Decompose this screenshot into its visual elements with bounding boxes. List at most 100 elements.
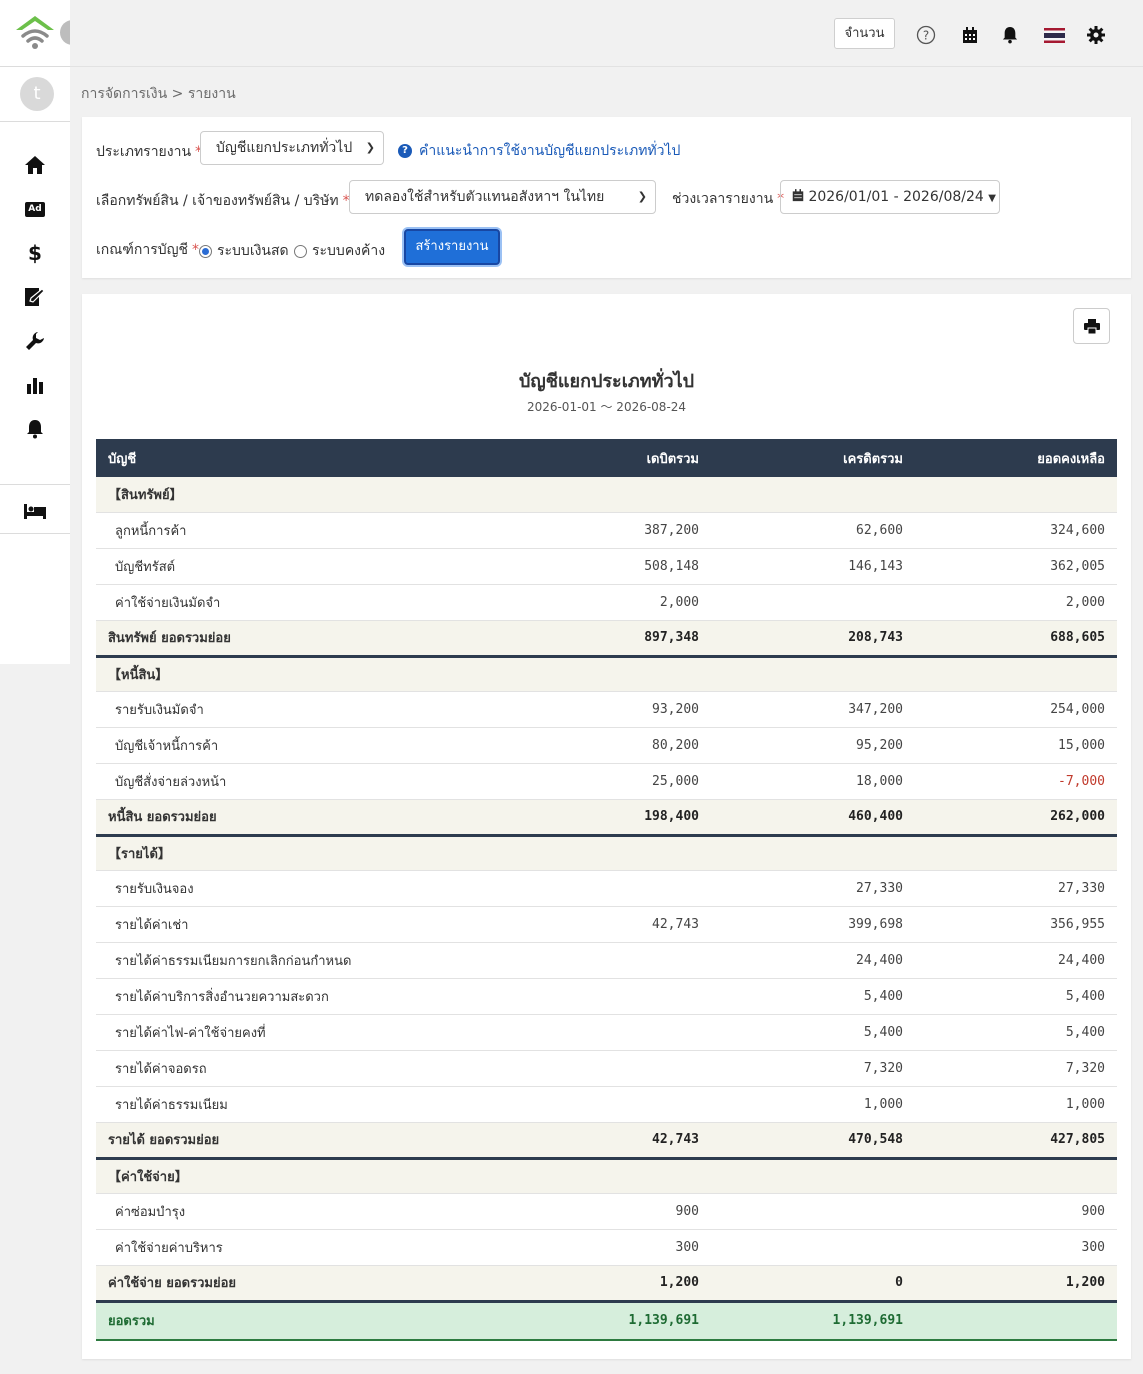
basis-radio-accrual[interactable]: ระบบคงค้าง [294, 240, 385, 262]
table-row[interactable]: รายได้ค่าเช่า 42,743 399,698 356,955 [96, 906, 1117, 943]
table-row[interactable]: บัญชีเจ้าหนี้การค้า 80,200 95,200 15,000 [96, 727, 1117, 764]
quantity-button[interactable]: จำนวน [834, 18, 895, 49]
subtotal-balance: 427,805 [915, 1122, 1117, 1160]
edit-document-icon [25, 288, 45, 306]
table-row[interactable]: รายได้ค่าจอดรถ 7,320 7,320 [96, 1050, 1117, 1087]
table-header-row: บัญชี เดบิตรวม เครดิตรวม ยอดคงเหลือ [96, 439, 1117, 477]
debit-cell [511, 1050, 711, 1087]
credit-cell: 5,400 [711, 978, 915, 1015]
report-type-label: ประเภทรายงาน * [96, 144, 203, 160]
sidebar-item-home[interactable] [22, 154, 48, 176]
account-name: รายได้ค่าธรรมเนียม [96, 1086, 511, 1123]
table-row[interactable]: ค่าซ่อมบำรุง 900 900 [96, 1193, 1117, 1230]
table-row[interactable]: รายได้ค่าธรรมเนียม 1,000 1,000 [96, 1086, 1117, 1123]
notification-button[interactable] [999, 24, 1021, 46]
credit-cell: 24,400 [711, 942, 915, 979]
section-title: 【รายได้】 [96, 835, 1117, 871]
account-name: รายได้ค่าบริการสิ่งอำนวยความสะดวก [96, 978, 511, 1015]
sidebar-item-contracts[interactable] [22, 286, 48, 308]
balance-cell: 5,400 [915, 1014, 1117, 1051]
settings-button[interactable] [1085, 24, 1107, 46]
account-name: รายรับเงินมัดจำ [96, 691, 511, 728]
radio-empty-icon [294, 244, 307, 258]
balance-cell: 254,000 [915, 691, 1117, 728]
account-name: รายได้ค่าไฟ-ค่าใช้จ่ายคงที่ [96, 1014, 511, 1051]
bell-icon [27, 420, 43, 439]
table-row[interactable]: ค่าใช้จ่ายค่าบริหาร 300 300 [96, 1229, 1117, 1266]
ledger-table: บัญชี เดบิตรวม เครดิตรวม ยอดคงเหลือ 【สิน… [96, 439, 1117, 1341]
help-link[interactable]: ? คำแนะนำการใช้งานบัญชีแยกประเภททั่วไป [398, 140, 680, 162]
print-button[interactable] [1073, 308, 1110, 344]
account-name: รายได้ค่าธรรมเนียมการยกเลิกก่อนกำหนด [96, 942, 511, 979]
balance-cell: 5,400 [915, 978, 1117, 1015]
avatar[interactable]: t [20, 77, 54, 111]
balance-cell: 900 [915, 1193, 1117, 1230]
report-type-select[interactable]: บัญชีแยกประเภททั่วไป ❯ [200, 131, 384, 165]
sidebar-item-ads[interactable]: Ad [22, 198, 48, 220]
create-report-button[interactable]: สร้างรายงาน [404, 229, 500, 265]
section-header-row: 【ค่าใช้จ่าย】 [96, 1158, 1117, 1194]
table-row[interactable]: รายได้ค่าธรรมเนียมการยกเลิกก่อนกำหนด 24,4… [96, 942, 1117, 979]
sidebar-divider [0, 533, 70, 534]
asset-select[interactable]: ทดลองใช้สำหรับตัวแทนอสังหาฯ ในไทย ❯ [349, 180, 656, 214]
credit-cell: 95,200 [711, 727, 915, 764]
basis-label: เกณฑ์การบัญชี * [96, 242, 200, 258]
table-row[interactable]: ลูกหนี้การค้า 387,200 62,600 324,600 [96, 512, 1117, 549]
sidebar-item-maintenance[interactable] [22, 330, 48, 352]
table-row[interactable]: รายรับเงินจอง 27,330 27,330 [96, 870, 1117, 907]
account-name: บัญชีเจ้าหนี้การค้า [96, 727, 511, 764]
table-row[interactable]: ค่าใช้จ่ายเงินมัดจำ 2,000 2,000 [96, 584, 1117, 621]
sidebar-divider [0, 484, 70, 485]
period-date-picker[interactable]: 2026/01/01 - 2026/08/24 ▼ [780, 180, 1000, 214]
balance-cell: 300 [915, 1229, 1117, 1266]
wrench-icon [26, 332, 44, 350]
radio-selected-icon [199, 244, 212, 258]
table-row[interactable]: รายได้ค่าบริการสิ่งอำนวยความสะดวก 5,400 5,… [96, 978, 1117, 1015]
balance-cell: 2,000 [915, 584, 1117, 621]
balance-cell: -7,000 [915, 763, 1117, 800]
total-debit: 1,139,691 [511, 1300, 711, 1341]
debit-cell [511, 1086, 711, 1123]
sidebar-item-notifications[interactable] [22, 418, 48, 440]
table-row[interactable]: บัญชีสั่งจ่ายล่วงหน้า 25,000 18,000 -7,000 [96, 763, 1117, 800]
total-credit: 1,139,691 [711, 1300, 915, 1341]
language-button[interactable] [1043, 24, 1065, 46]
subtotal-row: หนี้สิน ยอดรวมย่อย 198,400 460,400 262,000 [96, 799, 1117, 837]
debit-cell: 25,000 [511, 763, 711, 800]
debit-cell: 93,200 [511, 691, 711, 728]
logo-wifi-house-icon[interactable] [14, 14, 56, 52]
debit-cell [511, 1014, 711, 1051]
section-title: 【หนี้สิน】 [96, 656, 1117, 692]
subtotal-row: รายได้ ยอดรวมย่อย 42,743 470,548 427,805 [96, 1122, 1117, 1160]
ad-icon: Ad [25, 201, 45, 217]
subtotal-row: สินทรัพย์ ยอดรวมย่อย 897,348 208,743 688,60… [96, 620, 1117, 658]
bed-icon [24, 504, 46, 519]
balance-cell: 356,955 [915, 906, 1117, 943]
debit-cell: 2,000 [511, 584, 711, 621]
help-button[interactable]: ? [915, 24, 937, 46]
sidebar-item-finance[interactable]: $ [22, 241, 48, 265]
calendar-button[interactable] [959, 24, 981, 46]
debit-cell: 300 [511, 1229, 711, 1266]
balance-cell: 15,000 [915, 727, 1117, 764]
period-label: ช่วงเวลารายงาน * [672, 191, 785, 207]
debit-cell [511, 978, 711, 1015]
total-balance [915, 1300, 1117, 1341]
basis-radio-cash[interactable]: ระบบเงินสด [199, 240, 289, 262]
question-circle-icon: ? [398, 144, 412, 158]
account-name: ลูกหนี้การค้า [96, 512, 511, 549]
print-icon [1083, 318, 1100, 334]
credit-cell [711, 1193, 915, 1230]
gear-icon [1087, 26, 1105, 44]
balance-cell: 1,000 [915, 1086, 1117, 1123]
credit-cell: 347,200 [711, 691, 915, 728]
table-row[interactable]: รายรับเงินมัดจำ 93,200 347,200 254,000 [96, 691, 1117, 728]
section-title: 【ค่าใช้จ่าย】 [96, 1158, 1117, 1194]
account-name: ค่าใช้จ่ายเงินมัดจำ [96, 584, 511, 621]
credit-cell: 1,000 [711, 1086, 915, 1123]
table-row[interactable]: รายได้ค่าไฟ-ค่าใช้จ่ายคงที่ 5,400 5,400 [96, 1014, 1117, 1051]
sidebar-item-rooms[interactable] [22, 500, 48, 522]
table-row[interactable]: บัญชีทรัสต์ 508,148 146,143 362,005 [96, 548, 1117, 585]
calendar-icon [792, 189, 804, 202]
home-icon [25, 156, 45, 174]
